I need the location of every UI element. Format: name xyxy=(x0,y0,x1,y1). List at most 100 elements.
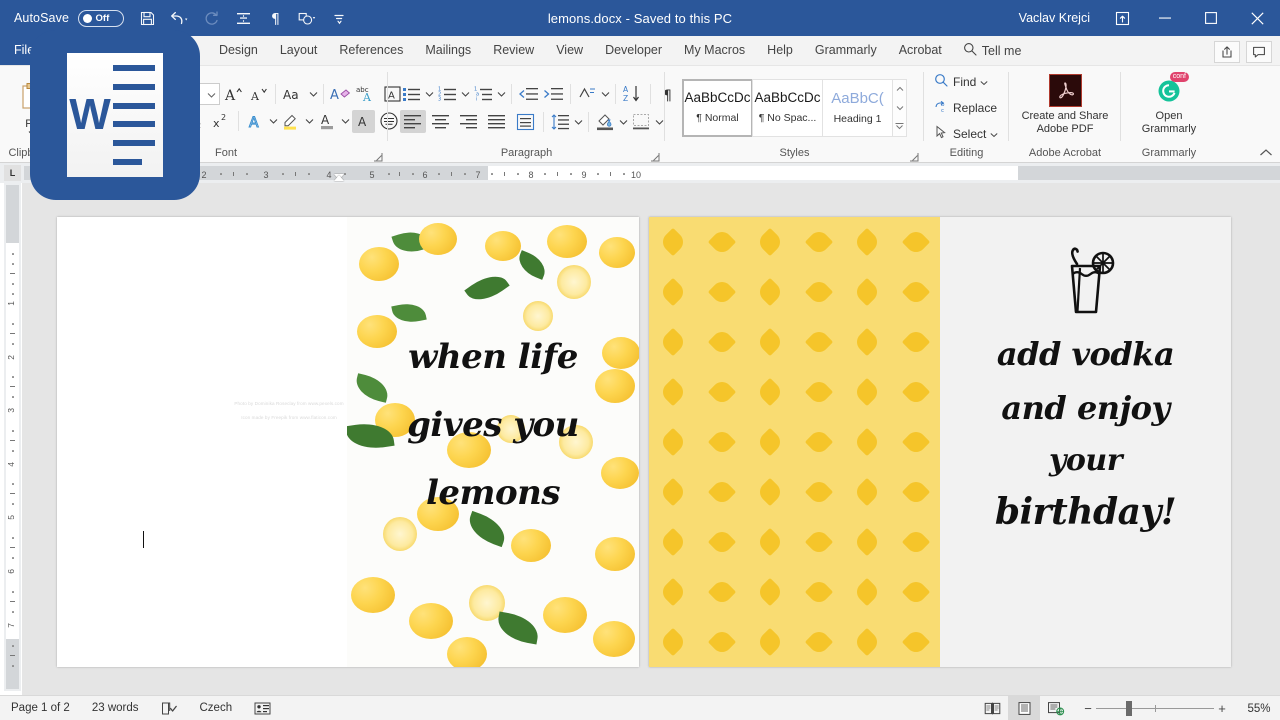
decrease-indent-icon[interactable] xyxy=(517,82,540,105)
replace-button[interactable]: bc Replace xyxy=(934,96,998,120)
close-button[interactable] xyxy=(1234,0,1280,36)
text-highlight-color-icon[interactable] xyxy=(280,110,303,133)
tab-developer[interactable]: Developer xyxy=(594,36,673,65)
tab-acrobat[interactable]: Acrobat xyxy=(888,36,953,65)
align-left-icon[interactable] xyxy=(400,110,426,133)
tab-grammarly[interactable]: Grammarly xyxy=(804,36,888,65)
chevron-down-icon[interactable] xyxy=(601,91,610,97)
style-heading-1[interactable]: AaBbC( Heading 1 xyxy=(822,78,893,137)
increase-indent-icon[interactable] xyxy=(542,82,565,105)
collapse-ribbon-icon[interactable] xyxy=(1258,145,1274,161)
vertical-ruler[interactable]: 1 2 3 4 5 6 7 xyxy=(4,183,21,691)
change-case-icon[interactable]: Aa xyxy=(281,83,307,106)
tab-my-macros[interactable]: My Macros xyxy=(673,36,756,65)
view-print-layout-icon[interactable] xyxy=(1008,696,1040,720)
tab-view[interactable]: View xyxy=(545,36,594,65)
chevron-down-icon[interactable] xyxy=(497,91,506,97)
justify-icon[interactable] xyxy=(484,110,510,133)
font-dialog-launcher[interactable] xyxy=(372,150,384,162)
open-grammarly-button[interactable]: conf Open Grammarly xyxy=(1127,72,1211,136)
chevron-down-icon[interactable] xyxy=(461,91,470,97)
multilevel-list-icon[interactable]: 1ai xyxy=(472,82,495,105)
minimize-button[interactable] xyxy=(1142,0,1188,36)
view-web-layout-icon[interactable] xyxy=(1040,696,1072,720)
select-button[interactable]: Select xyxy=(934,122,998,146)
style-no-spacing[interactable]: AaBbCcDc ¶ No Spac... xyxy=(752,78,823,137)
chevron-down-icon[interactable] xyxy=(990,127,998,141)
share-icon[interactable] xyxy=(1214,41,1240,63)
autosave-toggle[interactable]: Off xyxy=(78,9,125,27)
clear-formatting-icon[interactable]: A xyxy=(329,83,353,106)
numbering-icon[interactable]: 123 xyxy=(436,82,459,105)
left-indent-marker[interactable] xyxy=(334,175,344,181)
ribbon-display-options-icon[interactable] xyxy=(1102,0,1142,36)
shapes-icon[interactable] xyxy=(292,5,322,31)
increase-font-size-icon[interactable]: A xyxy=(222,83,245,106)
document-page-1[interactable]: Photo by Dominika Roseclay from www.pexe… xyxy=(57,217,639,667)
font-color-icon[interactable]: A xyxy=(316,110,339,133)
tab-design[interactable]: Design xyxy=(208,36,269,65)
chevron-down-icon[interactable] xyxy=(425,91,434,97)
style-normal[interactable]: AaBbCcDc ¶ Normal xyxy=(682,78,753,137)
chevron-down-icon[interactable] xyxy=(207,85,216,103)
accessibility-checker-icon[interactable] xyxy=(243,696,282,720)
character-shading-icon[interactable]: A xyxy=(352,109,375,133)
styles-more-icon[interactable] xyxy=(893,117,906,136)
zoom-in-button[interactable]: + xyxy=(1214,701,1230,716)
tab-layout[interactable]: Layout xyxy=(269,36,329,65)
line-spacing-icon[interactable] xyxy=(228,5,258,31)
tab-review[interactable]: Review xyxy=(482,36,545,65)
view-read-mode-icon[interactable] xyxy=(976,696,1008,720)
tab-references[interactable]: References xyxy=(328,36,414,65)
page-status[interactable]: Page 1 of 2 xyxy=(0,696,81,720)
proofing-errors-icon[interactable] xyxy=(150,696,189,720)
undo-icon[interactable] xyxy=(164,5,194,31)
document-page-2[interactable]: add vodka and enjoy your birthday! xyxy=(649,217,1231,667)
bullets-icon[interactable] xyxy=(400,82,423,105)
borders-icon[interactable] xyxy=(630,110,653,133)
chevron-down-icon[interactable] xyxy=(574,119,583,125)
line-and-paragraph-spacing-icon[interactable] xyxy=(549,110,572,133)
redo-icon[interactable] xyxy=(196,5,226,31)
paragraph-dialog-launcher[interactable] xyxy=(649,150,661,162)
zoom-level[interactable]: 55% xyxy=(1238,703,1280,715)
distributed-align-icon[interactable] xyxy=(512,110,538,133)
document-canvas[interactable]: Photo by Dominika Roseclay from www.pexe… xyxy=(22,183,1280,691)
styles-scroll-down-icon[interactable] xyxy=(893,98,906,117)
chevron-down-icon[interactable] xyxy=(305,118,314,124)
chevron-down-icon[interactable] xyxy=(309,91,318,97)
tab-stop-selector[interactable]: L xyxy=(4,165,21,181)
align-center-icon[interactable] xyxy=(428,110,454,133)
find-button[interactable]: Find xyxy=(934,70,998,94)
maximize-button[interactable] xyxy=(1188,0,1234,36)
align-right-icon[interactable] xyxy=(456,110,482,133)
zoom-thumb[interactable] xyxy=(1126,701,1132,716)
word-count[interactable]: 23 words xyxy=(81,696,150,720)
chevron-down-icon[interactable] xyxy=(269,118,278,124)
zoom-out-button[interactable]: − xyxy=(1080,701,1096,716)
zoom-track[interactable] xyxy=(1096,696,1214,720)
styles-scrollbar[interactable] xyxy=(892,78,907,137)
lemons-photo[interactable]: when life gives you lemons xyxy=(347,217,639,667)
chevron-down-icon[interactable] xyxy=(655,119,664,125)
text-effects-icon[interactable]: A xyxy=(244,110,267,133)
user-account-name[interactable]: Vaclav Krejci xyxy=(1019,11,1090,25)
birthday-card-image[interactable]: add vodka and enjoy your birthday! xyxy=(940,217,1231,667)
zoom-slider[interactable]: − + xyxy=(1080,696,1230,720)
comments-icon[interactable] xyxy=(1246,41,1272,63)
create-and-share-adobe-pdf-button[interactable]: Create and Share Adobe PDF xyxy=(1017,72,1113,136)
sort-icon[interactable] xyxy=(576,82,599,105)
chevron-down-icon[interactable] xyxy=(619,119,628,125)
decrease-font-size-icon[interactable]: A xyxy=(247,83,270,106)
sort-az-icon[interactable]: AZ xyxy=(621,82,645,105)
superscript-icon[interactable]: x2 xyxy=(210,110,233,133)
customize-qat-icon[interactable] xyxy=(324,5,354,31)
save-icon[interactable] xyxy=(132,5,162,31)
tab-help[interactable]: Help xyxy=(756,36,804,65)
styles-dialog-launcher[interactable] xyxy=(908,150,920,162)
styles-scroll-up-icon[interactable] xyxy=(893,80,906,99)
chevron-down-icon[interactable] xyxy=(980,75,988,89)
spelling-check-icon[interactable]: abc A xyxy=(355,83,379,106)
tell-me-box[interactable]: Tell me xyxy=(953,36,1032,65)
tab-mailings[interactable]: Mailings xyxy=(414,36,482,65)
